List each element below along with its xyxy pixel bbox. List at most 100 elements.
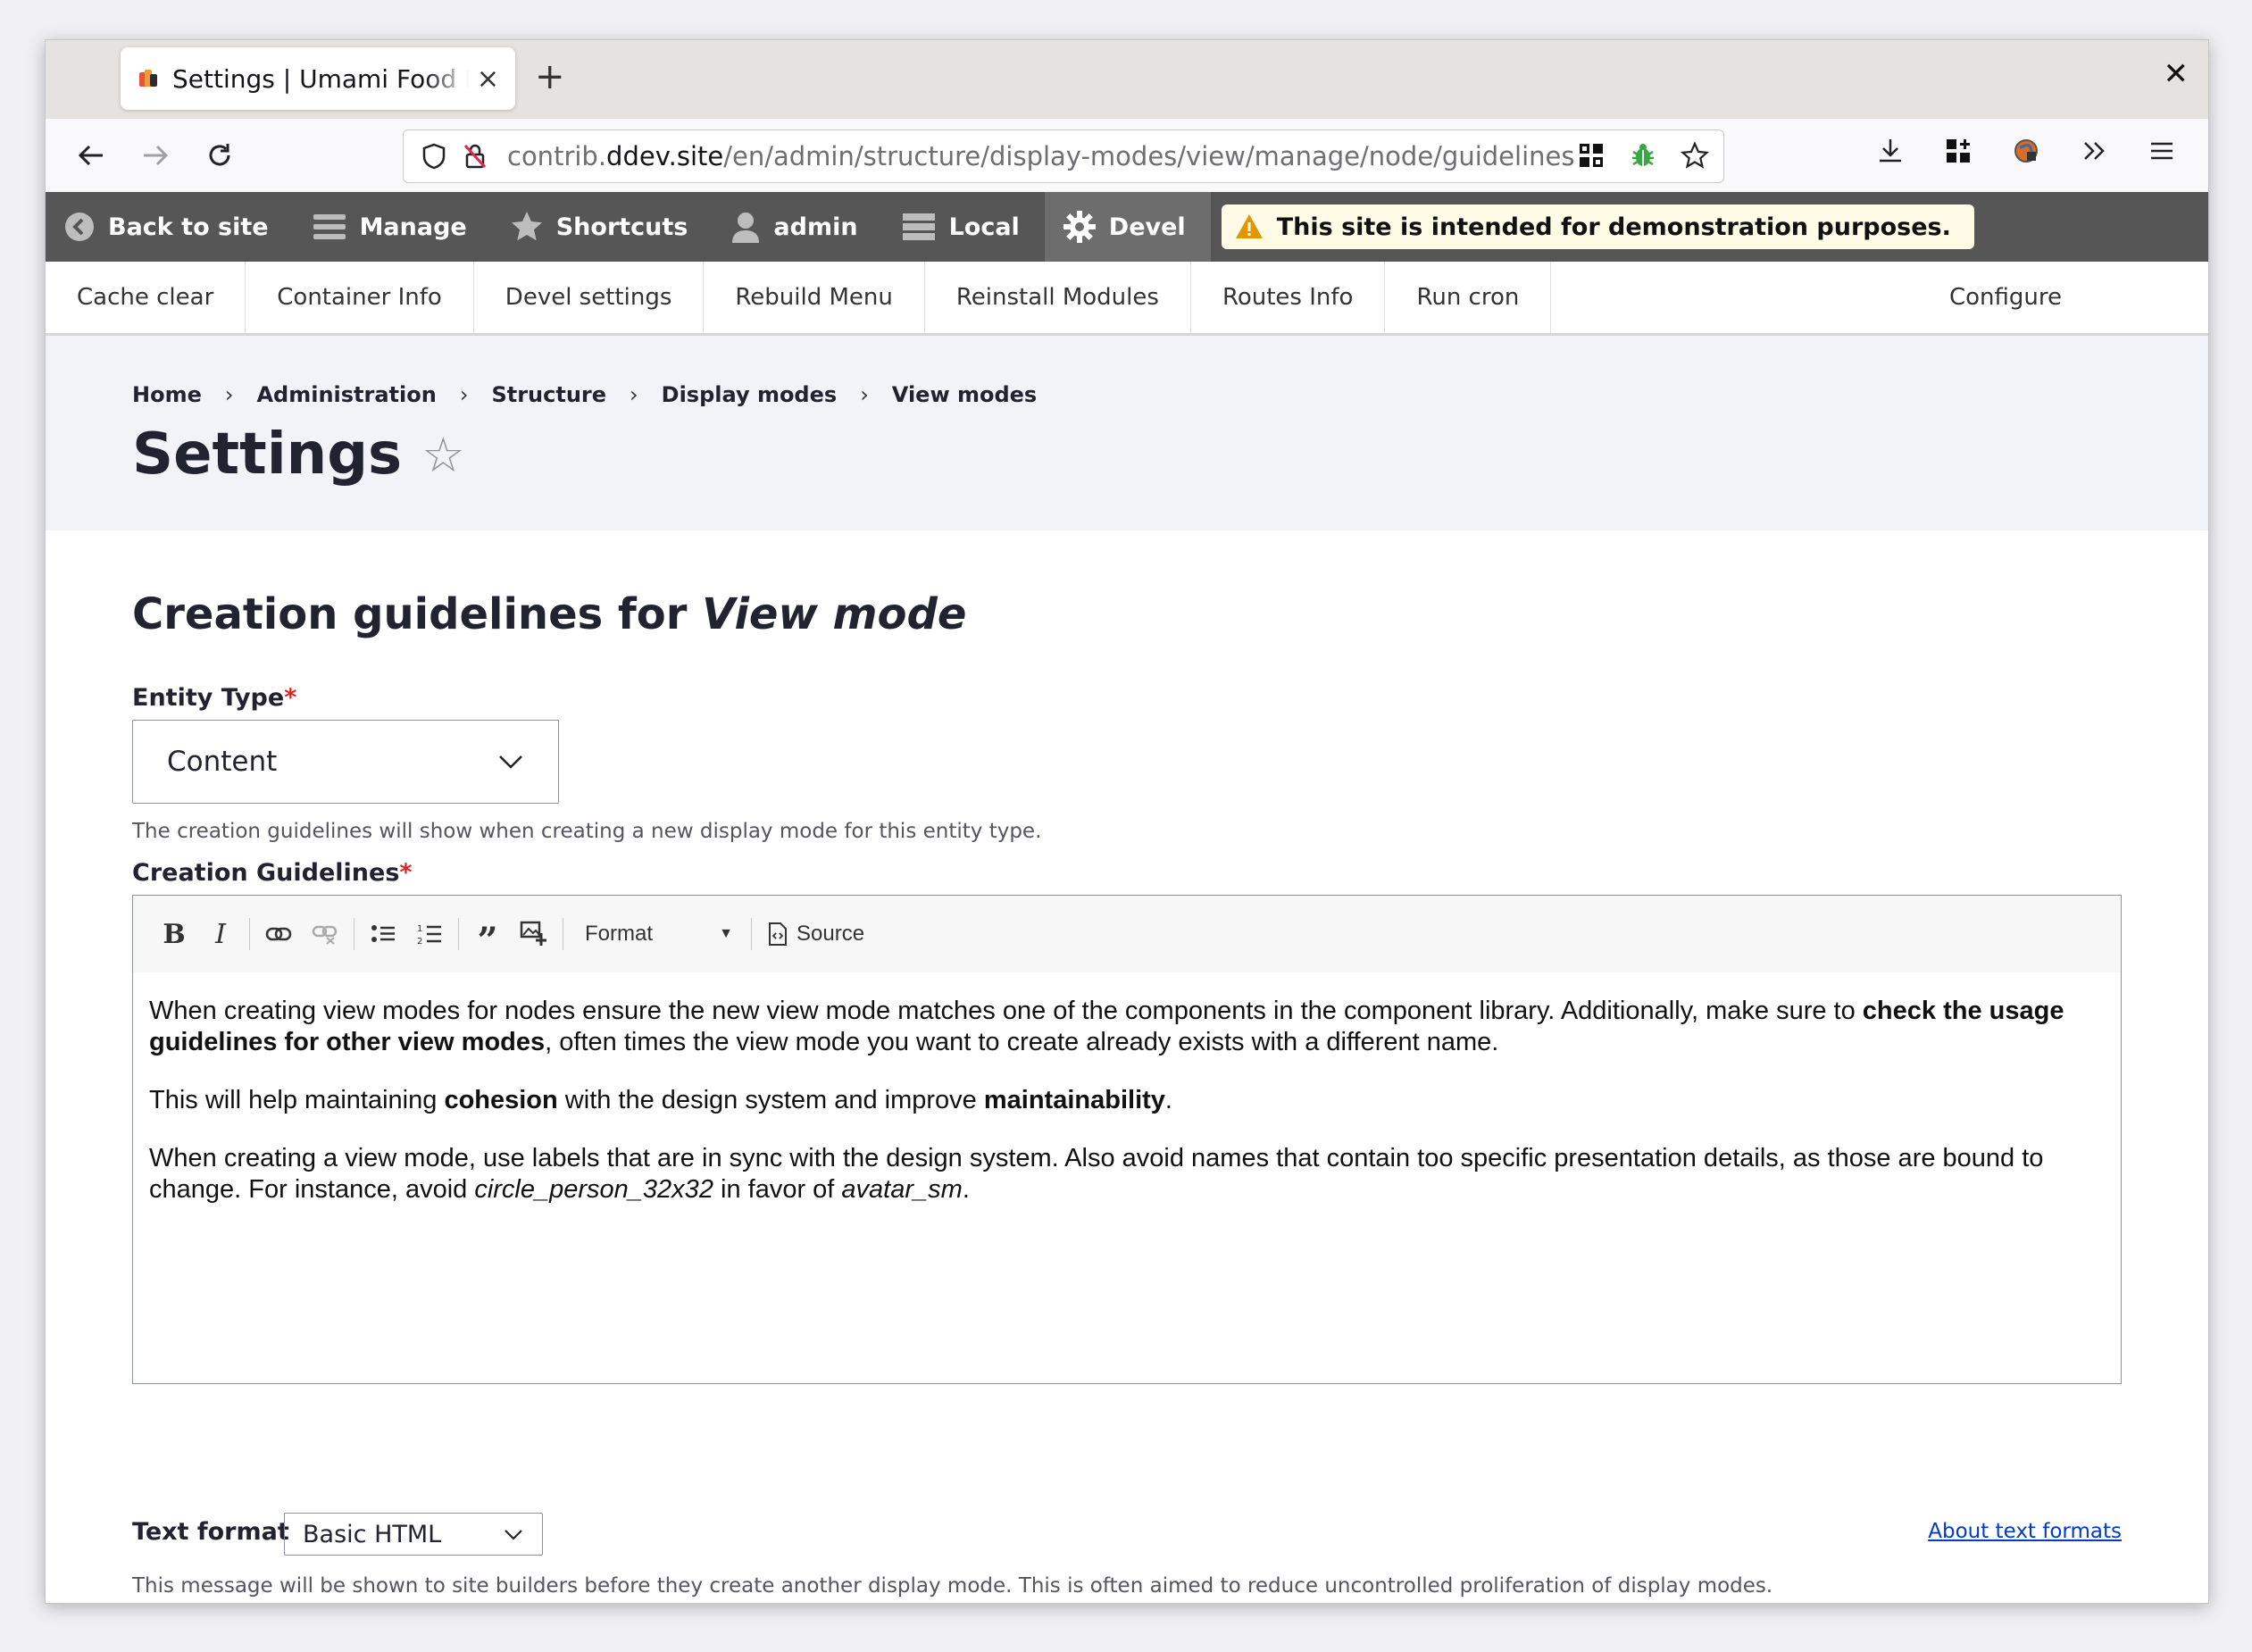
text-format-row: Text format Basic HTML About text format…	[132, 1513, 2122, 1557]
browser-tab[interactable]: Settings | Umami Food Magazine ×	[121, 47, 515, 110]
favorite-star-icon[interactable]: ☆	[421, 427, 464, 483]
italic-icon[interactable]: I	[197, 911, 244, 957]
gear-icon	[1063, 210, 1097, 244]
svg-text:2: 2	[417, 937, 422, 947]
breadcrumb-separator-icon: ›	[224, 382, 234, 407]
local-label: Local	[948, 213, 1020, 241]
user-tab[interactable]: admin	[713, 192, 882, 262]
editor-toolbar: B I 12 ” Format ▼ Source	[133, 896, 2121, 972]
text-format-select[interactable]: Basic HTML	[284, 1513, 543, 1556]
form-heading: Creation guidelines for View mode	[132, 589, 967, 639]
shield-icon[interactable]	[418, 140, 450, 172]
about-text-formats-link[interactable]: About text formats	[1928, 1520, 2122, 1543]
text-format-value: Basic HTML	[303, 1520, 442, 1548]
back-to-site-label: Back to site	[108, 213, 269, 241]
bold-icon[interactable]: B	[151, 911, 197, 957]
unlink-icon[interactable]	[302, 911, 348, 957]
text-format-label: Text format	[132, 1518, 289, 1546]
tab-close-icon[interactable]: ×	[477, 63, 499, 95]
format-label: Format	[585, 922, 654, 946]
required-marker: *	[399, 859, 413, 887]
window-close-icon[interactable]: ✕	[2164, 56, 2189, 92]
breadcrumb-separator-icon: ›	[860, 382, 869, 407]
guidelines-description: This message will be shown to site build…	[132, 1574, 1773, 1598]
download-icon[interactable]	[1874, 135, 1906, 167]
breadcrumb-view-modes[interactable]: View modes	[892, 382, 1037, 407]
tray-container-info[interactable]: Container Info	[246, 262, 474, 333]
tab-title: Settings | Umami Food Magazine	[172, 63, 470, 94]
source-file-icon	[768, 922, 788, 947]
tab-strip: Settings | Umami Food Magazine × + ✕	[46, 40, 2208, 119]
devel-tab[interactable]: Devel	[1044, 192, 1211, 262]
hamburger-menu-icon[interactable]	[2146, 135, 2178, 167]
reload-icon[interactable]	[199, 135, 240, 176]
insert-image-icon[interactable]	[511, 911, 557, 957]
extension-grid-icon[interactable]	[1575, 139, 1607, 171]
svg-text:1: 1	[417, 924, 422, 934]
bug-icon[interactable]	[1627, 139, 1659, 171]
forward-arrow-icon[interactable]	[135, 135, 176, 176]
breadcrumb-separator-icon: ›	[459, 382, 469, 407]
manage-label: Manage	[359, 213, 467, 241]
blockquote-icon[interactable]: ”	[464, 904, 511, 964]
source-label: Source	[797, 922, 865, 946]
more-tools-chevron-icon[interactable]	[2078, 135, 2110, 167]
insecure-lock-icon[interactable]	[459, 140, 491, 172]
tray-reinstall-modules[interactable]: Reinstall Modules	[925, 262, 1191, 333]
bulleted-list-icon[interactable]	[360, 911, 406, 957]
entity-type-label: Entity Type*	[132, 684, 297, 712]
back-circle-icon	[63, 211, 96, 243]
breadcrumb-separator-icon: ›	[630, 382, 638, 407]
editor-paragraph: When creating a view mode, use labels th…	[149, 1144, 2044, 1204]
breadcrumb-home[interactable]: Home	[132, 382, 202, 407]
caret-down-icon: ▼	[719, 926, 733, 941]
admin-toolbar: Back to site Manage Shortcuts admin Loca…	[46, 192, 2208, 262]
entity-type-value: Content	[167, 746, 278, 778]
tray-devel-settings[interactable]: Devel settings	[474, 262, 705, 333]
shortcuts-tab[interactable]: Shortcuts	[492, 192, 713, 262]
user-icon	[730, 211, 761, 243]
required-marker: *	[284, 684, 297, 712]
chevron-down-icon	[497, 753, 524, 771]
page-header: Home › Administration › Structure › Disp…	[46, 336, 2208, 530]
breadcrumb-display-modes[interactable]: Display modes	[662, 382, 838, 407]
rich-text-editor: B I 12 ” Format ▼ Source When creating v…	[132, 895, 2122, 1384]
menu-bars-icon	[312, 211, 347, 243]
url-text: contrib.ddev.site/en/admin/structure/dis…	[507, 141, 1575, 171]
new-tab-icon[interactable]: +	[535, 56, 565, 97]
back-arrow-icon[interactable]	[71, 135, 112, 176]
tray-configure[interactable]: Configure	[1918, 262, 2208, 333]
umami-favicon-icon	[137, 67, 160, 90]
devel-tray: Cache clear Container Info Devel setting…	[46, 262, 2208, 336]
extensions-icon[interactable]	[1942, 135, 1974, 167]
editor-paragraph: This will help maintaining cohesion with…	[149, 1086, 1172, 1114]
creation-guidelines-label: Creation Guidelines*	[132, 859, 413, 887]
tray-cache-clear[interactable]: Cache clear	[46, 262, 246, 333]
devel-label: Devel	[1108, 213, 1186, 241]
tray-rebuild-menu[interactable]: Rebuild Menu	[704, 262, 925, 333]
local-tab[interactable]: Local	[883, 192, 1045, 262]
star-icon	[510, 211, 544, 243]
shortcuts-label: Shortcuts	[555, 213, 688, 241]
entity-type-select[interactable]: Content	[132, 720, 559, 804]
back-to-site-link[interactable]: Back to site	[46, 192, 294, 262]
breadcrumb-structure[interactable]: Structure	[491, 382, 606, 407]
demo-warning-text: This site is intended for demonstration …	[1276, 213, 1951, 241]
server-icon	[901, 211, 937, 243]
tray-routes-info[interactable]: Routes Info	[1191, 262, 1386, 333]
link-icon[interactable]	[255, 911, 302, 957]
editor-body[interactable]: When creating view modes for nodes ensur…	[133, 972, 2121, 1206]
numbered-list-icon[interactable]: 12	[406, 911, 453, 957]
manage-tab[interactable]: Manage	[294, 192, 492, 262]
tray-run-cron[interactable]: Run cron	[1385, 262, 1552, 333]
user-label: admin	[773, 213, 858, 241]
bookmark-star-icon[interactable]	[1679, 139, 1711, 171]
breadcrumb-administration[interactable]: Administration	[256, 382, 436, 407]
source-button[interactable]: Source	[757, 922, 864, 947]
entity-type-description: The creation guidelines will show when c…	[132, 820, 1042, 843]
editor-paragraph: When creating view modes for nodes ensur…	[149, 997, 2064, 1056]
account-icon[interactable]	[2010, 135, 2042, 167]
url-bar[interactable]: contrib.ddev.site/en/admin/structure/dis…	[403, 129, 1724, 183]
chevron-down-icon	[503, 1527, 524, 1541]
format-dropdown[interactable]: Format ▼	[569, 922, 746, 947]
